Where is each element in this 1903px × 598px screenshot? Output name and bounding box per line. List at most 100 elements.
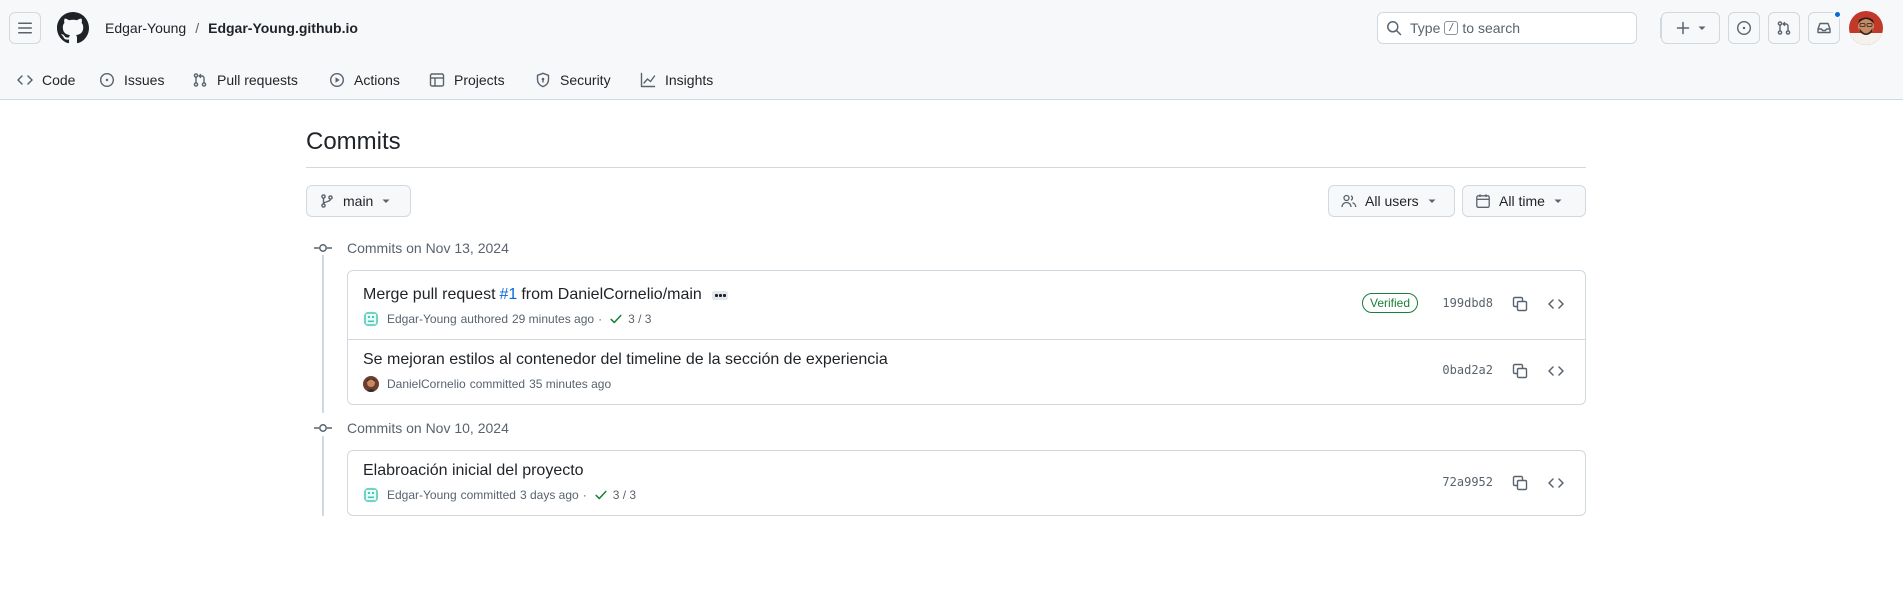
author-avatar[interactable]	[363, 311, 379, 327]
commit-row: Elabroación inicial del proyecto Edgar-Y…	[348, 451, 1585, 515]
code-icon	[1548, 366, 1564, 376]
verified-badge[interactable]: Verified	[1362, 293, 1419, 313]
commit-meta: DanielCornelio committed 35 minutes ago	[363, 375, 611, 393]
tab-security[interactable]: Security	[535, 64, 611, 96]
author-link[interactable]: Edgar-Young	[387, 310, 457, 328]
timeline-line	[322, 255, 324, 413]
create-new-button[interactable]	[1661, 12, 1720, 44]
open-menu-button[interactable]	[9, 12, 41, 44]
tab-label: Security	[560, 72, 611, 88]
tab-actions[interactable]: Actions	[329, 64, 400, 96]
copy-icon	[1512, 363, 1528, 379]
table-icon	[429, 73, 445, 87]
inbox-icon	[1817, 22, 1831, 34]
commit-message[interactable]: Elabroación inicial del proyecto	[363, 460, 584, 482]
commit-sha-link[interactable]: 0bad2a2	[1442, 363, 1493, 377]
code-icon	[1548, 299, 1564, 309]
page-title: Commits	[306, 128, 401, 155]
browse-repo-button[interactable]	[1542, 469, 1570, 497]
checks-status[interactable]: 3 / 3	[591, 486, 636, 504]
copy-icon	[1512, 296, 1528, 312]
tab-insights[interactable]: Insights	[640, 64, 713, 96]
branch-name: main	[343, 193, 374, 209]
header-top-row: Edgar-Young / Edgar-Young.github.io Type…	[0, 0, 1903, 56]
commit-time: 29 minutes ago	[512, 312, 595, 326]
copy-icon	[1512, 475, 1528, 491]
tab-label: Insights	[665, 72, 714, 88]
tab-pull-requests[interactable]: Pull requests	[192, 64, 298, 96]
commit-message-suffix: from DanielCornelio/main	[521, 286, 702, 303]
triangle-down-icon	[1698, 26, 1705, 30]
your-pull-requests-button[interactable]	[1768, 12, 1800, 44]
author-avatar[interactable]	[363, 376, 379, 392]
author-link[interactable]: Edgar-Young	[387, 486, 457, 504]
breadcrumb-repo-link[interactable]: Edgar-Young.github.io	[208, 18, 358, 38]
issue-opened-icon	[99, 72, 115, 88]
commit-sha-link[interactable]: 199dbd8	[1442, 296, 1493, 310]
triangle-down-icon	[1428, 199, 1436, 203]
tab-label: Pull requests	[217, 72, 298, 88]
branch-selector-button[interactable]: main	[306, 185, 411, 217]
commit-action: committed	[460, 488, 516, 502]
pull-request-link[interactable]: #1	[500, 284, 518, 306]
author-avatar[interactable]	[363, 487, 379, 503]
tab-label: Actions	[354, 72, 400, 88]
browse-repo-button[interactable]	[1542, 290, 1570, 318]
github-logo-icon[interactable]	[57, 12, 89, 44]
your-issues-button[interactable]	[1728, 12, 1760, 44]
commit-list: Elabroación inicial del proyecto Edgar-Y…	[347, 450, 1586, 516]
commit-group-date: Commits on Nov 10, 2024	[347, 420, 509, 436]
copy-sha-button[interactable]	[1506, 290, 1534, 318]
tab-label: Code	[42, 72, 76, 88]
search-icon	[1387, 21, 1402, 36]
git-pull-request-icon	[1777, 21, 1791, 35]
users-filter-label: All users	[1365, 193, 1419, 209]
calendar-icon	[1476, 194, 1490, 208]
code-icon	[17, 75, 33, 85]
time-filter-button[interactable]: All time	[1462, 185, 1586, 217]
checks-status[interactable]: 3 / 3	[606, 310, 651, 328]
commit-meta: Edgar-Young authored 29 minutes ago · 3 …	[363, 310, 651, 328]
tab-projects[interactable]: Projects	[429, 64, 505, 96]
tab-code[interactable]: Code	[17, 64, 75, 96]
code-icon	[1548, 478, 1564, 488]
commit-sha-link[interactable]: 72a9952	[1442, 475, 1493, 489]
triangle-down-icon	[382, 199, 390, 203]
checks-count: 3 / 3	[612, 488, 637, 502]
repo-breadcrumb: Edgar-Young / Edgar-Young.github.io	[105, 18, 358, 38]
git-pull-request-icon	[193, 73, 207, 87]
shield-icon	[536, 72, 550, 88]
check-icon	[610, 314, 622, 324]
breadcrumb-owner-link[interactable]: Edgar-Young	[105, 18, 186, 38]
repo-navigation: Code Issues Pull requests Actions Projec…	[0, 56, 1903, 100]
copy-sha-button[interactable]	[1506, 469, 1534, 497]
breadcrumb-separator: /	[195, 20, 200, 36]
tab-issues[interactable]: Issues	[99, 64, 164, 96]
commit-time: 3 days ago	[519, 488, 579, 502]
commit-time: 35 minutes ago	[529, 377, 612, 391]
browse-repo-button[interactable]	[1542, 357, 1570, 385]
unread-notification-dot	[1833, 10, 1842, 19]
app-header: Edgar-Young / Edgar-Young.github.io Type…	[0, 0, 1903, 100]
users-filter-button[interactable]: All users	[1328, 185, 1455, 217]
search-input[interactable]: Type / to search	[1377, 12, 1637, 44]
commit-message[interactable]: Merge pull request #1 from DanielCorneli…	[363, 284, 728, 306]
search-placeholder-suffix: to search	[1462, 20, 1520, 36]
expand-message-button[interactable]	[711, 290, 728, 300]
commit-message[interactable]: Se mejoran estilos al contenedor del tim…	[363, 349, 888, 371]
author-link[interactable]: DanielCornelio	[387, 375, 466, 393]
triangle-down-icon	[1554, 199, 1562, 203]
meta-dot: ·	[598, 312, 603, 326]
commit-group-date: Commits on Nov 13, 2024	[347, 240, 509, 256]
issue-opened-icon	[1736, 20, 1752, 36]
commit-row: Se mejoran estilos al contenedor del tim…	[348, 339, 1585, 404]
timeline-line	[322, 436, 324, 516]
plus-icon	[1676, 21, 1689, 35]
time-filter-label: All time	[1499, 193, 1545, 209]
play-icon	[329, 72, 345, 88]
commit-row: Merge pull request #1 from DanielCorneli…	[348, 271, 1585, 339]
search-placeholder-prefix: Type	[1410, 20, 1441, 36]
git-commit-icon	[314, 421, 332, 435]
copy-sha-button[interactable]	[1506, 357, 1534, 385]
user-avatar[interactable]	[1849, 11, 1883, 45]
